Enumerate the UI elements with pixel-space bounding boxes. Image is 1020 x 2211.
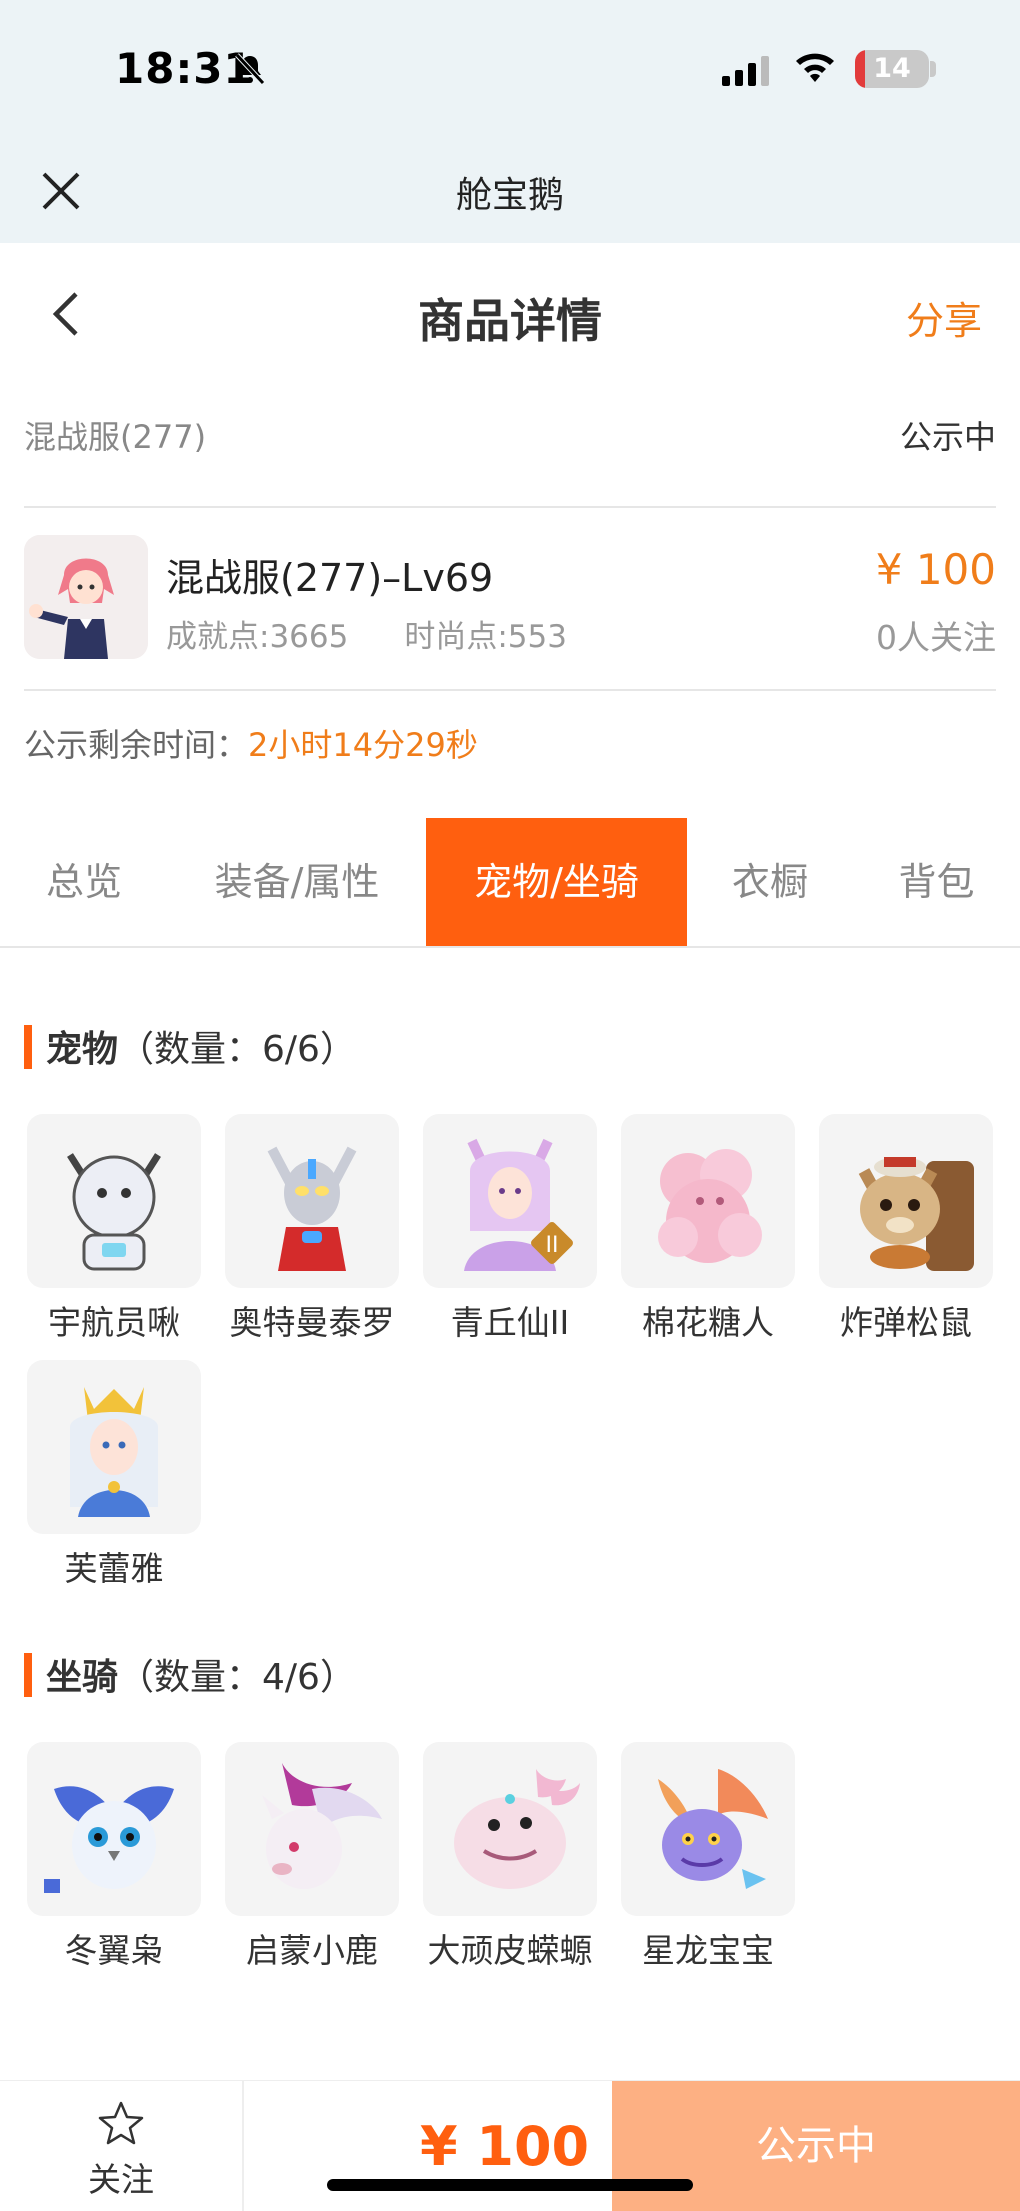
detail-tabs: 总览 装备/属性 宠物/坐骑 衣橱 背包 — [0, 818, 1020, 948]
wifi-icon — [796, 53, 834, 82]
mount-item[interactable]: 启蒙小鹿 — [225, 1742, 399, 1972]
mounts-count: （数量：4/6） — [118, 1657, 356, 1698]
share-button[interactable]: 分享 — [906, 290, 982, 345]
mounts-section-title: 坐骑（数量：4/6） — [24, 1648, 356, 1701]
achievement-points: 成就点:3665 — [166, 619, 349, 655]
divider — [24, 506, 996, 508]
marshmallow-pet-icon — [621, 1114, 795, 1288]
pet-name: 芙蕾雅 — [64, 1549, 164, 1588]
mount-name: 大顽皮蝾螈 — [427, 1931, 593, 1970]
mount-item[interactable]: 星龙宝宝 — [621, 1742, 795, 1972]
battery-tip — [930, 61, 936, 77]
section-marker — [24, 1025, 32, 1069]
pet-name: 宇航员啾 — [48, 1303, 180, 1342]
dragon-mount-icon — [621, 1742, 795, 1916]
divider — [24, 689, 996, 691]
pet-item[interactable]: 棉花糖人 — [621, 1114, 795, 1344]
tab-wardrobe[interactable]: 衣橱 — [687, 818, 853, 946]
owl-mount-icon — [27, 1742, 201, 1916]
svg-text:II: II — [546, 1233, 559, 1258]
pets-count: （数量：6/6） — [118, 1029, 356, 1070]
bottom-action-bar: 关注 ¥ 100 公示中 — [0, 2080, 1020, 2211]
server-row: 混战服(277) 公示中 — [24, 412, 996, 472]
mount-item[interactable]: 冬翼枭 — [27, 1742, 201, 1972]
follow-label: 关注 — [88, 2160, 154, 2199]
role-card[interactable]: 混战服(277)–Lv69 成就点:3665 时尚点:553 ¥ 100 0人关注 — [24, 535, 996, 665]
miniapp-title: 舱宝鹅 — [455, 175, 564, 216]
bell-muted-icon — [235, 53, 265, 85]
pets-section-title: 宠物（数量：6/6） — [24, 1020, 356, 1073]
tab-pets-mounts[interactable]: 宠物/坐骑 — [426, 818, 687, 946]
star-icon — [98, 2101, 144, 2145]
pet-item[interactable]: 芙蕾雅 — [27, 1360, 201, 1590]
fox-fairy-pet-icon: II — [423, 1114, 597, 1288]
tab-backpack[interactable]: 背包 — [853, 818, 1020, 946]
publicity-status-button[interactable]: 公示中 — [612, 2081, 1020, 2211]
mount-name: 冬翼枭 — [64, 1931, 164, 1970]
ultraman-pet-icon — [225, 1114, 399, 1288]
pet-item[interactable]: 炸弹松鼠 — [819, 1114, 993, 1344]
page-title: 商品详情 — [418, 294, 602, 348]
pet-name: 炸弹松鼠 — [840, 1303, 972, 1342]
home-indicator[interactable] — [327, 2179, 693, 2191]
follower-count: 0人关注 — [876, 618, 996, 657]
publicity-countdown: 公示剩余时间：2小时14分29秒 — [24, 720, 478, 766]
freya-pet-icon — [27, 1360, 201, 1534]
astronaut-pet-icon — [27, 1114, 201, 1288]
status-badge: 公示中 — [899, 418, 996, 456]
pet-item[interactable]: 宇航员啾 — [27, 1114, 201, 1344]
mount-name: 星龙宝宝 — [642, 1931, 774, 1970]
countdown-label: 公示剩余时间： — [24, 726, 249, 764]
tab-overview[interactable]: 总览 — [0, 818, 168, 946]
pet-item[interactable]: II 青丘仙II — [423, 1114, 597, 1344]
bottom-price: ¥ 100 — [420, 2115, 590, 2178]
role-price: ¥ 100 — [875, 545, 996, 594]
axolotl-mount-icon — [423, 1742, 597, 1916]
follow-button[interactable]: 关注 — [0, 2081, 244, 2211]
deer-mount-icon — [225, 1742, 399, 1916]
server-name: 混战服(277) — [24, 418, 207, 456]
section-marker — [24, 1653, 32, 1697]
battery-icon: 14 — [855, 50, 929, 88]
pet-name: 青丘仙II — [450, 1303, 570, 1342]
mount-name: 启蒙小鹿 — [246, 1931, 378, 1970]
mount-item[interactable]: 大顽皮蝾螈 — [423, 1742, 597, 1972]
pet-name: 棉花糖人 — [642, 1303, 774, 1342]
countdown-value: 2小时14分29秒 — [248, 726, 478, 764]
cellular-signal-icon — [722, 56, 769, 86]
tab-equipment[interactable]: 装备/属性 — [168, 818, 426, 946]
fashion-points: 时尚点:553 — [404, 619, 567, 655]
role-name: 混战服(277)–Lv69 — [166, 556, 494, 600]
role-stats: 成就点:3665 时尚点:553 — [166, 611, 567, 656]
pet-item[interactable]: 奥特曼泰罗 — [225, 1114, 399, 1344]
squirrel-pet-icon — [819, 1114, 993, 1288]
pet-name: 奥特曼泰罗 — [229, 1303, 395, 1342]
avatar — [24, 535, 148, 659]
